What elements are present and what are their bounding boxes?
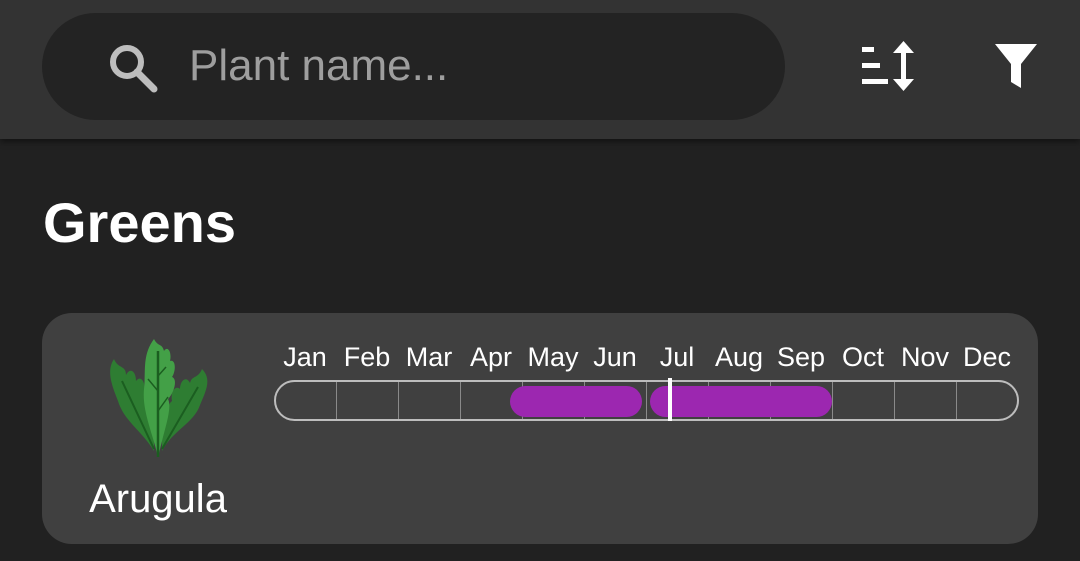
month-divider <box>398 382 399 419</box>
plant-card-arugula[interactable]: Arugula Jan Feb Mar Apr May Jun Jul Aug Sep Oct No… <box>42 313 1038 544</box>
season-bar <box>650 386 832 417</box>
month-label-apr: Apr <box>469 342 513 372</box>
month-divider <box>956 382 957 419</box>
season-bar <box>509 386 642 417</box>
month-label-jan: Jan <box>283 342 327 372</box>
current-month-marker <box>668 378 672 421</box>
search-icon[interactable] <box>106 41 160 95</box>
top-app-bar <box>0 0 1080 139</box>
section-title: Greens <box>43 191 236 254</box>
month-label-may: May <box>527 342 579 372</box>
search-input[interactable] <box>189 35 769 97</box>
filter-icon <box>995 44 1037 88</box>
sort-icon <box>862 41 914 91</box>
month-divider <box>832 382 833 419</box>
month-divider <box>646 382 647 419</box>
month-divider <box>894 382 895 419</box>
month-label-aug: Aug <box>714 342 764 372</box>
search-bar[interactable] <box>42 13 785 120</box>
plant-name: Arugula <box>89 477 227 521</box>
month-labels: Jan Feb Mar Apr May Jun Jul Aug Sep Oct Nov Dec <box>274 339 1018 375</box>
month-label-jun: Jun <box>593 342 637 372</box>
month-divider <box>336 382 337 419</box>
arugula-leaf-icon <box>110 339 208 457</box>
sort-button[interactable] <box>850 26 930 106</box>
month-label-feb: Feb <box>343 342 391 372</box>
month-label-oct: Oct <box>841 342 884 372</box>
month-label-dec: Dec <box>962 342 1011 372</box>
month-label-sep: Sep <box>776 342 826 372</box>
filter-button[interactable] <box>976 26 1056 106</box>
month-divider <box>460 382 461 419</box>
month-label-jul: Jul <box>659 342 695 372</box>
month-label-mar: Mar <box>405 342 453 372</box>
season-timeline <box>274 380 1019 421</box>
month-label-nov: Nov <box>900 342 949 372</box>
